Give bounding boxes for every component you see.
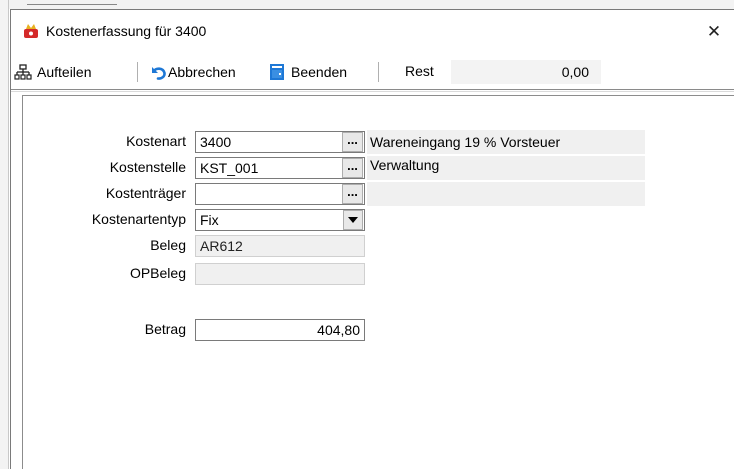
- undo-arrow-icon: [152, 67, 166, 80]
- background-left-strip: [0, 0, 9, 469]
- opbeleg-label: OPBeleg: [129, 265, 186, 281]
- kostentraeger-label: Kostenträger: [105, 185, 186, 201]
- opbeleg-field: [195, 263, 365, 285]
- background-top-strip: [9, 0, 734, 9]
- toolbar-separator: [378, 62, 379, 82]
- kostenart-input[interactable]: 3400: [195, 131, 365, 153]
- toolbar-divider: [11, 89, 734, 92]
- form-panel: Kostenart 3400 ... Wareneingang 19 % Vor…: [22, 95, 734, 469]
- kostenartentyp-label: Kostenartentyp: [91, 211, 186, 227]
- abbrechen-label: Abbrechen: [168, 64, 236, 80]
- kostentraeger-input[interactable]: [195, 183, 365, 205]
- kostentraeger-lookup-button[interactable]: ...: [342, 184, 363, 204]
- kostenart-lookup-button[interactable]: ...: [342, 132, 363, 152]
- rest-label: Rest: [405, 63, 434, 79]
- kostenstelle-input[interactable]: KST_001: [195, 157, 365, 179]
- aufteilen-label: Aufteilen: [37, 64, 92, 80]
- abbrechen-button[interactable]: Abbrechen: [149, 61, 236, 83]
- kostenerfassung-dialog: Kostenerfassung für 3400 ✕ Aufteilen Abb…: [10, 9, 734, 469]
- rest-value: 0,00: [451, 60, 601, 84]
- close-button[interactable]: ✕: [695, 18, 733, 46]
- kostenartentyp-dropdown-button[interactable]: [343, 210, 363, 230]
- window-title: Kostenerfassung für 3400: [46, 23, 207, 39]
- betrag-input[interactable]: 404,80: [195, 319, 365, 341]
- beleg-field: AR612: [195, 235, 365, 257]
- split-tree-icon: [14, 64, 32, 80]
- aufteilen-button[interactable]: Aufteilen: [14, 61, 91, 83]
- beenden-label: Beenden: [291, 64, 348, 80]
- kostentraeger-description: [367, 182, 645, 206]
- title-bar[interactable]: Kostenerfassung für 3400 ✕: [11, 10, 734, 54]
- chevron-down-icon: [348, 217, 358, 223]
- toolbar: Aufteilen Abbrechen Beenden Rest 0,00: [11, 59, 734, 85]
- kostenartentyp-select[interactable]: Fix: [195, 209, 365, 231]
- betrag-label: Betrag: [144, 321, 186, 337]
- kostenart-description: Wareneingang 19 % Vorsteuer: [367, 130, 645, 154]
- kostenstelle-description: Verwaltung: [367, 156, 645, 180]
- kostenstelle-lookup-button[interactable]: ...: [342, 158, 363, 178]
- exit-door-icon: [270, 64, 284, 80]
- beleg-label: Beleg: [150, 237, 186, 253]
- cost-entry-app-icon: [24, 24, 38, 38]
- kostenstelle-label: Kostenstelle: [109, 159, 186, 175]
- kostenart-label: Kostenart: [126, 133, 186, 149]
- toolbar-separator: [137, 62, 138, 82]
- beenden-button[interactable]: Beenden: [268, 61, 347, 83]
